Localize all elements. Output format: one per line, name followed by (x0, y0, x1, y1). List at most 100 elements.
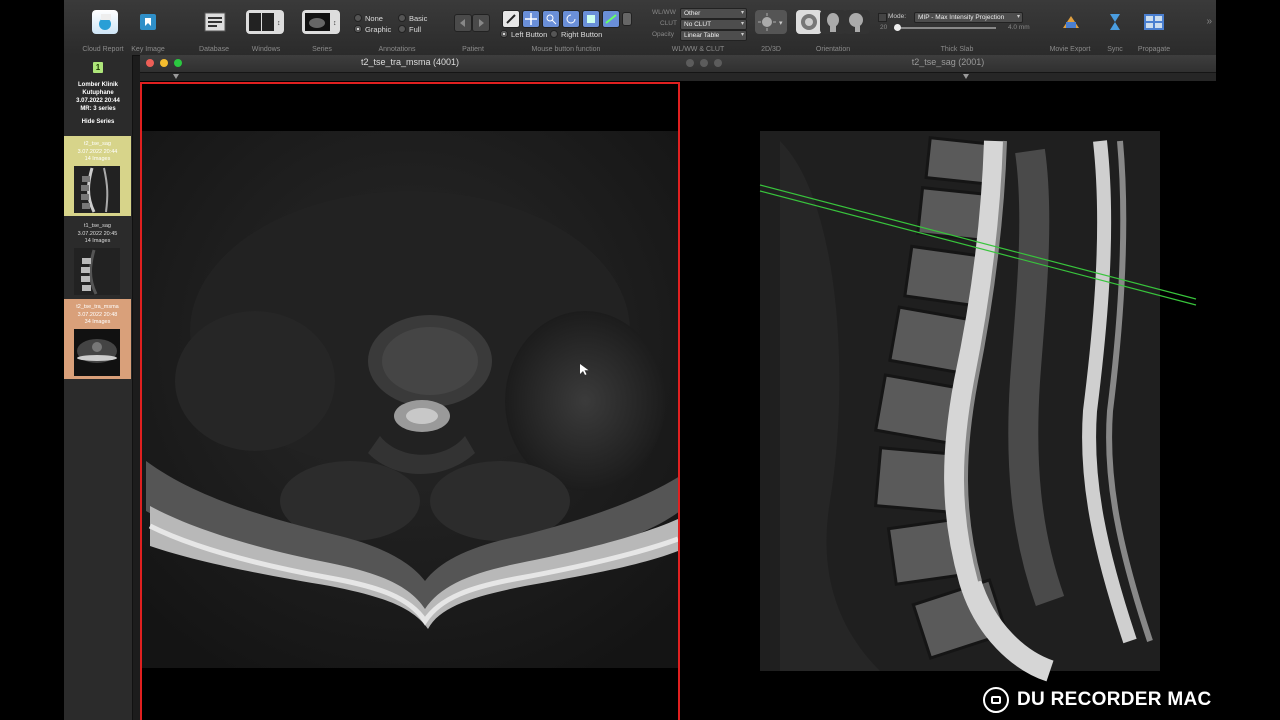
windows-layout-icon: ↕ (246, 10, 284, 34)
study-number-badge: 1 (93, 62, 103, 73)
key-image-icon (135, 10, 161, 34)
opacity-label: Opacity (652, 31, 675, 38)
thick-slab-checkbox[interactable] (878, 13, 887, 22)
propagate-label: Propagate (1137, 46, 1171, 53)
series-card-t2-tra[interactable]: t2_tse_tra_msma 3.07.2022 20:48 34 Image… (64, 299, 131, 379)
sagittal-orientation-icon[interactable] (844, 10, 870, 34)
left-button-radio[interactable]: Left Button (500, 30, 547, 39)
series-name: t2_tse_sag (84, 141, 111, 147)
viewer-axial-titlebar: t2_tse_tra_msma (4001) (140, 55, 680, 73)
move-tool-button[interactable] (522, 10, 540, 28)
viewer-axial[interactable]: t2_tse_tra_msma (4001) (140, 55, 680, 720)
scroll-tool-button[interactable] (582, 10, 600, 28)
series-thumbnail (74, 166, 120, 213)
cloud-report-icon (92, 10, 118, 34)
study-info: Lomber Klinik Kutuphane 3.07.2022 20:44 … (64, 81, 132, 113)
thick-slab-group: Mode: MIP - Max Intensity Projection 20 … (876, 0, 1038, 55)
mouse-function-group: Left Button Right Button Mouse button fu… (496, 0, 636, 55)
right-button-radio[interactable]: Right Button (550, 30, 602, 39)
annotations-group: None Basic Graphic Full Annotations (352, 0, 442, 55)
series-card-t1-sag[interactable]: t1_tse_sag 3.07.2022 20:45 14 Images (64, 218, 131, 298)
series-thumbnail (74, 248, 120, 295)
sync-label: Sync (1107, 46, 1123, 53)
series-label: Series (312, 46, 332, 53)
series-date: 3.07.2022 20:45 (77, 230, 118, 237)
zoom-tool-button[interactable] (542, 10, 560, 28)
right-button-label: Right Button (561, 30, 603, 39)
toolbar-overflow-icon[interactable]: » (1206, 16, 1212, 27)
viewer-sagittal-titlebar: t2_tse_sag (2001) (680, 55, 1216, 73)
study-series-info: MR: 3 series (80, 106, 116, 112)
slab-mode-dropdown[interactable]: MIP - Max Intensity Projection (914, 12, 1023, 23)
annotation-basic-radio[interactable]: Basic (398, 14, 427, 23)
key-image-tool[interactable]: Key Image (126, 0, 170, 55)
slab-slider[interactable] (894, 24, 996, 31)
annotation-none-label: None (365, 14, 383, 23)
measure-tool-button[interactable] (602, 10, 620, 28)
axial-image-area[interactable] (140, 81, 680, 720)
patient-group: Patient (448, 0, 498, 55)
clut-label: CLUT (660, 20, 677, 27)
wlww-clut-label: WL/WW & CLUT (671, 46, 725, 53)
previous-patient-button[interactable] (454, 14, 472, 32)
recorder-logo-icon (983, 687, 1009, 713)
viewer-sagittal-ruler (680, 73, 1216, 81)
wlww-group: WL/WW Other CLUT No CLUT Opacity Linear … (646, 0, 750, 55)
patient-label: Patient (462, 46, 484, 53)
slab-count: 20 (880, 24, 888, 31)
series-name: t1_tse_sag (84, 223, 111, 229)
recorder-watermark-text: DU RECORDER MAC (1017, 689, 1212, 710)
propagate-icon (1141, 10, 1167, 34)
slab-thickness: 4.0 mm (1008, 24, 1030, 31)
orientation-label: Orientation (815, 46, 851, 53)
cloud-report-tool[interactable]: Cloud Report (74, 0, 132, 55)
contrast-tool-button[interactable] (502, 10, 520, 28)
annotations-label: Annotations (378, 46, 416, 53)
key-image-label: Key Image (131, 46, 165, 53)
slab-slider-knob[interactable] (894, 24, 901, 31)
mouse-function-label: Mouse button function (531, 46, 601, 53)
svg-text:▾: ▾ (779, 20, 783, 27)
wlww-dropdown[interactable]: Other (680, 8, 747, 19)
sagittal-image-area[interactable] (680, 81, 1216, 720)
series-card-t2-sag[interactable]: t2_tse_sag 3.07.2022 20:44 14 Images (64, 136, 131, 216)
view-2d3d-tool[interactable]: ▾ 2D/3D (752, 0, 790, 55)
database-label: Database (199, 46, 229, 53)
series-images: 34 Images (84, 319, 111, 325)
sync-tool[interactable]: Sync (1100, 0, 1130, 55)
sagittal-mri-image (759, 131, 1197, 682)
viewer-axial-ruler (140, 73, 680, 81)
movie-export-tool[interactable]: Movie Export (1044, 0, 1096, 55)
clut-dropdown[interactable]: No CLUT (680, 19, 747, 30)
database-tool[interactable]: Database (192, 0, 236, 55)
coronal-orientation-icon[interactable] (820, 10, 846, 34)
opacity-dropdown[interactable]: Linear Table (680, 30, 747, 41)
windows-tool[interactable]: ↕ Windows (240, 0, 292, 55)
slice-marker[interactable] (963, 74, 969, 79)
annotation-basic-label: Basic (409, 14, 428, 23)
hide-series-button[interactable]: Hide Series (64, 119, 132, 125)
series-images: 14 Images (84, 156, 111, 162)
rotate-tool-button[interactable] (562, 10, 580, 28)
annotation-none-radio[interactable]: None (354, 14, 383, 23)
annotation-full-radio[interactable]: Full (398, 25, 421, 34)
view-2d3d-label: 2D/3D (761, 46, 781, 53)
orientation-group: Orientation (794, 0, 872, 55)
svg-text:↕: ↕ (333, 20, 337, 27)
axial-orientation-icon[interactable] (796, 10, 822, 34)
recorder-watermark: DU RECORDER MAC (983, 686, 1212, 714)
cloud-report-label: Cloud Report (82, 46, 124, 53)
thick-slab-label: Thick Slab (940, 46, 974, 53)
slice-marker[interactable] (173, 74, 179, 79)
viewer-axial-title: t2_tse_tra_msma (4001) (360, 57, 460, 67)
annotation-graphic-radio[interactable]: Graphic (354, 25, 391, 34)
slab-mode-label: Mode: (888, 13, 907, 20)
more-tools-dropdown[interactable] (622, 12, 632, 26)
study-name: Lomber Klinik (77, 82, 118, 88)
propagate-tool[interactable]: Propagate (1132, 0, 1176, 55)
brightness-icon: ▾ (755, 10, 787, 34)
next-patient-button[interactable] (472, 14, 490, 32)
database-icon (202, 10, 228, 34)
viewer-sagittal[interactable]: t2_tse_sag (2001) (680, 55, 1216, 720)
series-tool[interactable]: ↕ Series (298, 0, 346, 55)
